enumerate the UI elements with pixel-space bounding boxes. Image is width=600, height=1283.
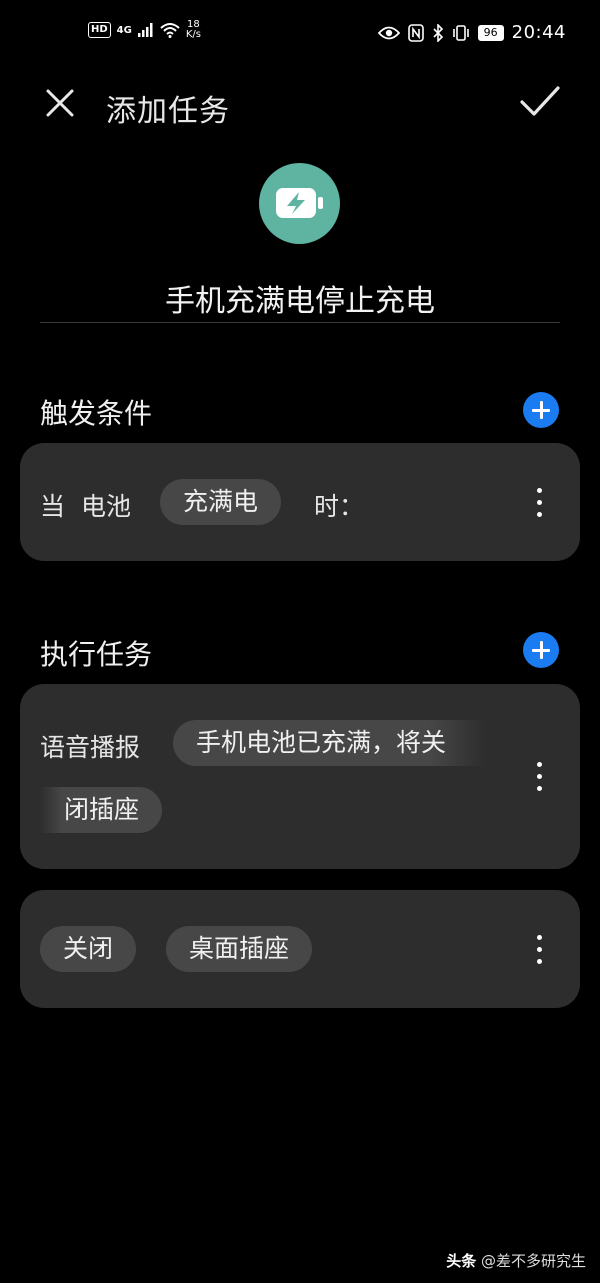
action-section-title: 执行任务 — [40, 638, 153, 671]
condition-prefix: 当 — [40, 492, 66, 521]
speech-text-chip[interactable]: 手机电池已充满，将关 — [173, 720, 487, 766]
check-icon[interactable] — [518, 82, 562, 122]
clock: 20:44 — [511, 22, 566, 43]
nfc-icon — [407, 23, 424, 42]
app-bar: 添加任务 — [0, 70, 600, 142]
condition-suffix: 时： — [314, 492, 365, 521]
trigger-section-title: 触发条件 — [40, 397, 153, 430]
battery-indicator: 96 — [477, 24, 504, 41]
task-name-underline — [40, 322, 560, 323]
bluetooth-icon — [433, 23, 443, 42]
signal-icon — [137, 23, 153, 37]
trigger-condition-card[interactable]: 当 电池 充满电 时： — [20, 443, 580, 561]
task-name-field[interactable]: 手机充满电停止充电 — [40, 276, 560, 320]
wifi-icon — [160, 23, 180, 38]
more-options-icon[interactable] — [537, 935, 543, 965]
speech-text-chip-cont[interactable]: 闭插座 — [40, 787, 163, 833]
status-bar: HD 4G 18 K/s 96 20:44 — [0, 0, 600, 70]
device-chip[interactable]: 桌面插座 — [166, 926, 313, 972]
hd-badge: HD — [88, 22, 111, 38]
vibrate-icon — [452, 24, 469, 41]
more-options-icon[interactable] — [537, 762, 543, 792]
action-type-label: 语音播报 — [40, 733, 141, 762]
watermark-author: @差不多研究生 — [480, 1252, 586, 1270]
network-type: 4G — [116, 24, 132, 36]
action-card-speech[interactable]: 语音播报 手机电池已充满，将关 闭插座 — [20, 684, 580, 869]
close-icon[interactable] — [42, 85, 78, 121]
watermark-brand: 头条 — [446, 1252, 477, 1270]
add-action-button[interactable] — [523, 632, 559, 668]
watermark: 头条 @差不多研究生 — [446, 1250, 586, 1271]
task-icon-button[interactable] — [259, 163, 340, 244]
condition-state-chip[interactable]: 充满电 — [160, 479, 282, 525]
network-speed: 18 K/s — [186, 20, 201, 40]
eye-icon — [377, 26, 400, 39]
status-right: 96 20:44 — [377, 22, 566, 43]
switch-verb-chip[interactable]: 关闭 — [40, 926, 137, 972]
condition-subject: 电池 — [81, 492, 132, 521]
add-trigger-button[interactable] — [523, 392, 559, 428]
page-title: 添加任务 — [106, 94, 230, 129]
action-card-switch[interactable]: 关闭 桌面插座 — [20, 890, 580, 1008]
network-speed-unit: K/s — [185, 29, 201, 40]
battery-charging-icon — [276, 188, 323, 218]
more-options-icon[interactable] — [537, 488, 543, 518]
status-left: HD 4G 18 K/s — [88, 20, 201, 40]
